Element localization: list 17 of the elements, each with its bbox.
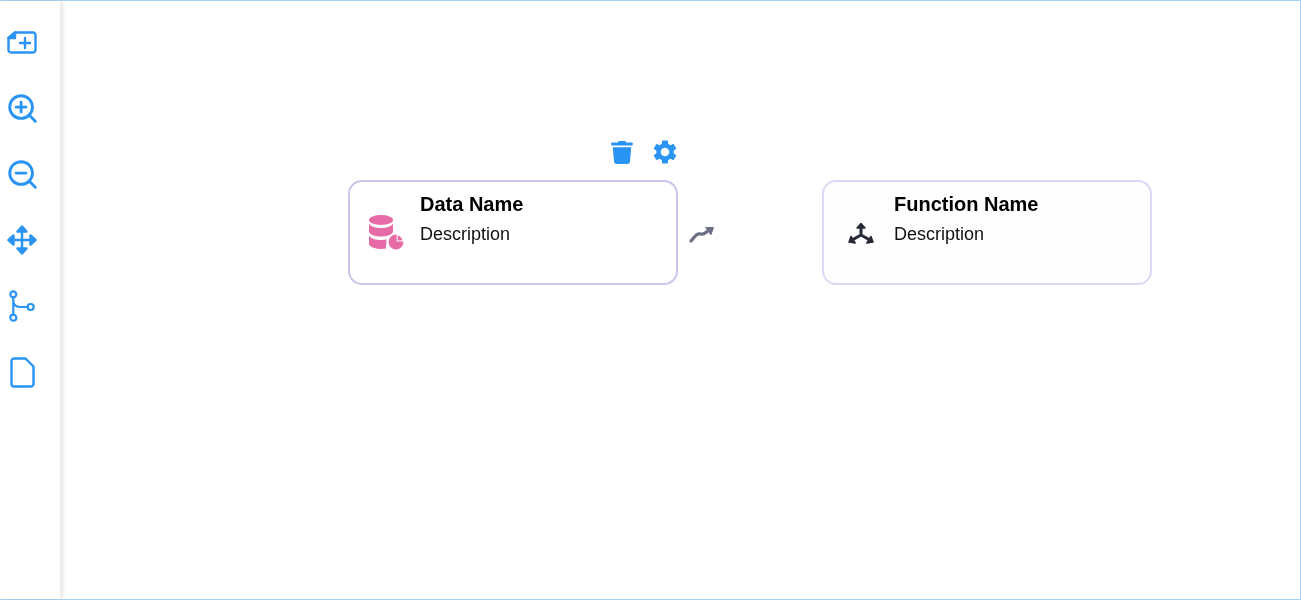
zoom-in-icon[interactable] [7,93,37,123]
three-arrows-icon [847,221,875,244]
zoom-out-icon[interactable] [7,159,37,189]
branch-icon[interactable] [9,290,35,322]
node-card[interactable]: Function Name Description [822,180,1152,285]
node-title: Function Name [894,192,1039,216]
node-description: Description [420,223,512,246]
delete-icon[interactable] [611,141,633,164]
node-title: Data Name [420,192,524,216]
curved-arrow-icon[interactable] [689,225,715,243]
move-icon[interactable] [7,225,37,255]
database-chart-icon [369,214,405,251]
node-description: Description [894,223,986,246]
settings-icon[interactable] [653,140,677,164]
add-panel-icon[interactable] [7,30,37,54]
node-card[interactable]: Data Name Description [348,180,678,285]
file-icon[interactable] [9,356,35,388]
